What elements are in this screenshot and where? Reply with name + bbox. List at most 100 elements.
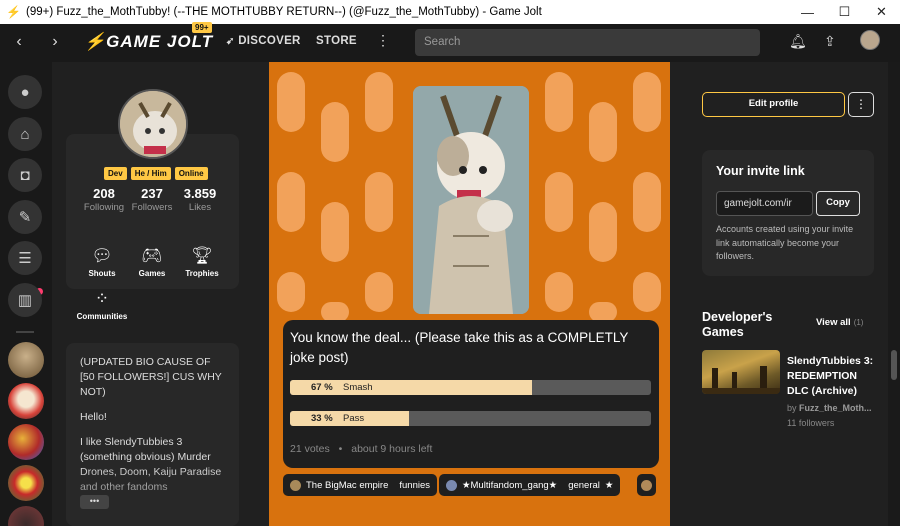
stat-following[interactable]: 208 Following xyxy=(78,186,130,213)
background-pattern xyxy=(545,272,573,312)
poll-option-label: Smash xyxy=(343,382,373,393)
community-icon[interactable] xyxy=(8,342,44,378)
minimize-button[interactable]: — xyxy=(789,0,826,24)
window-controls: — ☐ ✕ xyxy=(789,0,900,24)
tag-dev: Dev xyxy=(104,167,127,180)
left-rail: ● ⌂ ◘ ✎ ☰ ▥ xyxy=(0,62,52,526)
shortcut-label: Games xyxy=(138,269,166,278)
edit-profile-button[interactable]: Edit profile xyxy=(702,92,845,117)
post-feed: You know the deal... (Please take this a… xyxy=(269,62,670,526)
community-channel: funnies xyxy=(399,479,431,491)
background-pattern xyxy=(365,72,393,132)
bio-paragraph: (UPDATED BIO CAUSE OF [50 FOLLOWERS!] CU… xyxy=(80,356,222,398)
community-icon[interactable] xyxy=(8,424,44,460)
community-avatar-icon xyxy=(290,479,301,491)
star-icon: ★ xyxy=(604,479,614,491)
stat-value: 208 xyxy=(93,186,115,201)
friends-icon[interactable]: ⇪ xyxy=(824,33,836,50)
discover-link[interactable]: ➹ DISCOVER xyxy=(226,35,301,47)
tag-online: Online xyxy=(174,167,208,180)
community-chip[interactable]: ★Multifandom_gang★ general ★ xyxy=(439,474,621,496)
background-pattern xyxy=(589,302,617,322)
game-title[interactable]: SlendyTubbies 3: REDEMPTION DLC (Archive… xyxy=(787,354,877,399)
user-avatar[interactable] xyxy=(860,30,880,50)
view-all-count: (1) xyxy=(853,318,864,327)
rail-library-icon[interactable]: ▥ xyxy=(8,283,42,317)
background-pattern xyxy=(589,102,617,162)
rail-chat-icon[interactable]: ☰ xyxy=(8,241,42,275)
rail-backpack-icon[interactable]: ◘ xyxy=(8,158,42,192)
game-followers: 11 followers xyxy=(787,418,835,428)
community-icon[interactable] xyxy=(8,465,44,501)
community-chip[interactable]: The BigMac empire funnies xyxy=(283,474,438,496)
tag-pronouns: He / Him xyxy=(130,167,171,180)
communities-icon: ⁘ xyxy=(94,289,110,308)
poll-time-left: about 9 hours left xyxy=(351,443,433,455)
rail-store-icon[interactable]: ⌂ xyxy=(8,117,42,151)
game-developer-name[interactable]: Fuzz_the_Moth... xyxy=(799,403,872,413)
community-name: ★Multifandom_gang★ xyxy=(462,479,558,491)
rail-home-icon[interactable]: ● xyxy=(8,75,42,109)
window-titlebar: ⚡ (99+) Fuzz_the_MothTubby! (--THE MOTHT… xyxy=(0,0,900,24)
nav-more-icon[interactable]: ⋮ xyxy=(376,32,390,49)
game-thumbnail[interactable] xyxy=(702,350,780,394)
games-shortcut[interactable]: 🎮︎ Games xyxy=(129,245,175,278)
post-image[interactable] xyxy=(413,86,529,314)
game-jolt-app-icon: ⚡ xyxy=(6,5,21,19)
stat-followers[interactable]: 237 Followers xyxy=(126,186,178,213)
back-arrow-icon[interactable]: ‹ xyxy=(9,32,29,52)
background-pattern xyxy=(545,172,573,232)
community-chip[interactable] xyxy=(637,474,656,496)
background-pattern xyxy=(321,102,349,162)
invite-title: Your invite link xyxy=(716,164,805,178)
speech-bubble-icon: 💬︎ xyxy=(91,246,113,265)
page-scrollbar[interactable] xyxy=(888,62,900,526)
stat-value: 3.859 xyxy=(183,186,217,201)
trophies-shortcut[interactable]: 🏆︎ Trophies xyxy=(179,245,225,278)
poll-card: You know the deal... (Please take this a… xyxy=(283,320,659,468)
shouts-shortcut[interactable]: 💬︎ Shouts xyxy=(79,245,125,278)
community-avatar-icon xyxy=(446,479,457,491)
maximize-button[interactable]: ☐ xyxy=(826,0,863,24)
profile-avatar[interactable] xyxy=(118,89,188,159)
stat-likes[interactable]: 3.859 Likes xyxy=(174,186,226,213)
background-pattern xyxy=(277,72,305,132)
background-pattern xyxy=(277,272,305,312)
top-navigation: ‹ › ⚡GAME JOLT 99+ ➹ DISCOVER STORE ⋮ Se… xyxy=(0,22,900,62)
trophy-icon: 🏆︎ xyxy=(191,246,213,265)
compass-icon: ➹ xyxy=(226,36,235,47)
poll-option-pass[interactable]: 33 % Pass xyxy=(290,411,651,426)
store-link[interactable]: STORE xyxy=(316,35,357,47)
scrollbar-thumb[interactable] xyxy=(891,350,897,380)
shortcut-label: Communities xyxy=(76,312,128,321)
poll-question: You know the deal... (Please take this a… xyxy=(290,330,629,365)
invite-link-field[interactable]: gamejolt.com/ir xyxy=(716,191,813,216)
bell-icon[interactable]: 🔔︎ xyxy=(789,33,807,50)
close-button[interactable]: ✕ xyxy=(863,0,900,24)
background-pattern xyxy=(633,72,661,132)
community-icon[interactable] xyxy=(8,506,44,526)
search-input[interactable]: Search xyxy=(415,29,760,56)
poll-option-smash[interactable]: 67 % Smash xyxy=(290,380,651,395)
profile-more-button[interactable]: ⋮ xyxy=(848,92,874,117)
community-name: The BigMac empire xyxy=(306,479,389,491)
communities-shortcut[interactable]: ⁘ Communities xyxy=(74,288,130,321)
view-all-link[interactable]: View all (1) xyxy=(816,317,863,328)
background-pattern xyxy=(633,172,661,232)
lightning-icon: ⚡ xyxy=(84,32,107,51)
background-pattern xyxy=(321,302,349,322)
rail-brush-icon[interactable]: ✎ xyxy=(8,200,42,234)
stat-value: 237 xyxy=(141,186,163,201)
window-title: (99+) Fuzz_the_MothTubby! (--THE MOTHTUB… xyxy=(26,6,542,18)
poll-meta: 21 votes • about 9 hours left xyxy=(290,443,433,455)
forward-arrow-icon[interactable]: › xyxy=(45,32,65,52)
community-icon[interactable] xyxy=(8,383,44,419)
game-jolt-logo[interactable]: ⚡GAME JOLT xyxy=(84,32,213,52)
background-pattern xyxy=(365,172,393,232)
background-pattern xyxy=(277,172,305,232)
invite-description: Accounts created using your invite link … xyxy=(716,224,854,261)
bio-expand-button[interactable]: ••• xyxy=(80,495,109,509)
right-sidebar: Edit profile ⋮ Your invite link gamejolt… xyxy=(670,62,888,526)
poll-percent: 67 % xyxy=(311,382,333,393)
copy-button[interactable]: Copy xyxy=(816,191,860,216)
